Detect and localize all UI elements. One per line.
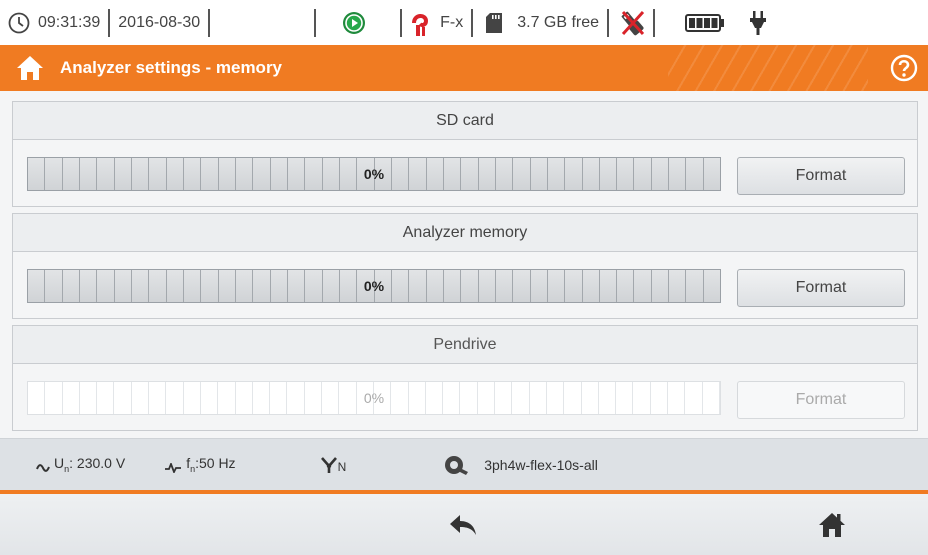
back-button[interactable]: [371, 502, 555, 548]
measurement-config-icon: [444, 454, 470, 476]
clamp-type: F-x: [440, 13, 464, 31]
pendrive-format-button: Format: [737, 381, 905, 419]
sine-wave-icon: [36, 460, 50, 472]
analyzer-memory-format-button[interactable]: Format: [737, 269, 905, 307]
page-title: Analyzer settings - memory: [60, 58, 283, 77]
pendrive-panel: Pendrive 0% Format: [12, 325, 918, 431]
analyzer-memory-title: Analyzer memory: [13, 214, 917, 252]
home-icon: [818, 511, 846, 539]
sd-card-panel: SD card 0% Format: [12, 101, 918, 207]
sd-card-title: SD card: [13, 102, 917, 140]
home-icon[interactable]: [16, 54, 44, 82]
usb-disconnected-icon: [617, 8, 647, 38]
config-name: 3ph4w-flex-10s-all: [484, 456, 598, 473]
pendrive-usage-label: 0%: [363, 390, 385, 406]
sd-card-usage-label: 0%: [363, 166, 385, 182]
info-bar: Un: 230.0 V fn:50 Hz N 3ph4w-flex-10s-al…: [0, 438, 928, 490]
status-time: 09:31:39: [38, 13, 101, 31]
analyzer-memory-usage-bar: 0%: [27, 269, 721, 303]
nominal-frequency: fn:50 Hz: [186, 455, 236, 474]
nominal-voltage: Un: 230.0 V: [54, 455, 126, 474]
record-play-icon[interactable]: [342, 11, 366, 35]
clock-icon: [8, 12, 30, 34]
sd-free-space: 3.7 GB free: [517, 13, 600, 31]
current-clamp-icon: [410, 9, 430, 37]
home-button[interactable]: [740, 502, 924, 548]
analyzer-memory-usage-label: 0%: [363, 278, 385, 294]
power-plug-icon: [749, 10, 767, 36]
sd-card-format-button[interactable]: Format: [737, 157, 905, 195]
battery-icon: [685, 13, 725, 33]
network-type: N: [320, 456, 346, 474]
analyzer-memory-panel: Analyzer memory 0% Format: [12, 213, 918, 319]
sd-card-icon: [485, 12, 503, 34]
title-bar: Analyzer settings - memory: [0, 45, 928, 91]
sd-card-usage-bar: 0%: [27, 157, 721, 191]
back-arrow-icon: [448, 513, 478, 537]
status-bar: 09:31:39 2016-08-30 F-x 3.7 GB free: [0, 0, 928, 45]
help-icon[interactable]: [890, 54, 918, 82]
pendrive-usage-bar: 0%: [27, 381, 721, 415]
frequency-icon: [165, 460, 182, 474]
status-date: 2016-08-30: [118, 13, 201, 31]
three-phase-wye-icon: [320, 456, 338, 474]
title-bar-decoration: [668, 45, 868, 91]
bottom-nav: [0, 494, 928, 555]
pendrive-title: Pendrive: [13, 326, 917, 364]
